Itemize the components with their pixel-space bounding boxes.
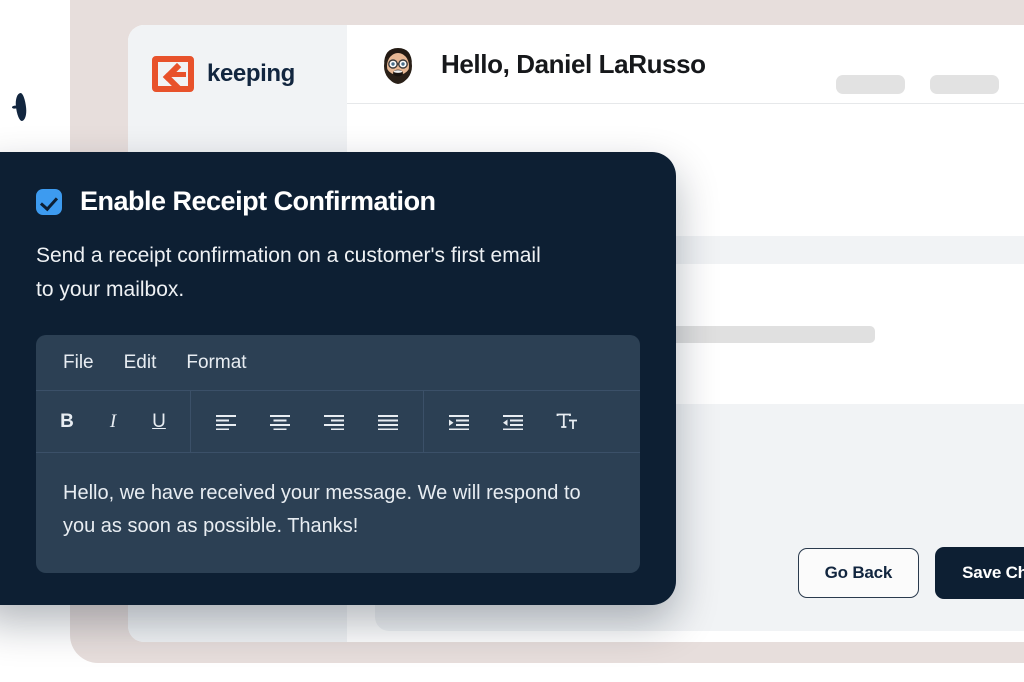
align-center-icon[interactable] [267, 409, 293, 435]
align-justify-icon[interactable] [375, 409, 401, 435]
modal-header: Enable Receipt Confirmation [36, 186, 640, 217]
modal-description: Send a receipt confirmation on a custome… [36, 244, 541, 301]
editor-menubar: File Edit Format [36, 335, 640, 392]
greeting: Hello, Daniel LaRusso [375, 41, 706, 87]
screenshot-root: keeping Hello, Daniel LaRusso Go Back Sa… [0, 0, 1024, 682]
editor-toolbar: B I U [36, 391, 640, 454]
brand[interactable]: keeping [152, 56, 295, 92]
menu-item-edit[interactable]: Edit [124, 352, 157, 374]
checkbox-checked-icon[interactable] [36, 188, 62, 215]
toolbar-group-indent [424, 391, 602, 452]
decorative-ink-blob [14, 92, 28, 122]
modal-title: Enable Receipt Confirmation [80, 186, 436, 216]
indent-increase-icon[interactable] [446, 409, 472, 435]
editor-body-text[interactable]: Hello, we have received your message. We… [36, 453, 640, 573]
brand-name: keeping [207, 60, 295, 87]
receipt-confirmation-modal: Enable Receipt Confirmation Send a recei… [0, 152, 676, 605]
underline-icon[interactable]: U [146, 409, 172, 435]
greeting-text: Hello, Daniel LaRusso [441, 48, 706, 79]
rich-text-editor: File Edit Format B I U Hello, we have re… [36, 335, 640, 574]
go-back-button[interactable]: Go Back [797, 548, 920, 598]
topbar-actions [836, 75, 999, 94]
user-avatar-bearded-man[interactable] [375, 41, 421, 87]
italic-icon[interactable]: I [100, 409, 126, 435]
toolbar-group-alignment [191, 391, 424, 453]
save-changes-button[interactable]: Save Changes [935, 547, 1024, 599]
bold-icon[interactable]: B [54, 409, 80, 435]
clear-formatting-icon[interactable] [554, 409, 580, 435]
topbar: Hello, Daniel LaRusso [347, 25, 1024, 104]
align-right-icon[interactable] [321, 409, 347, 435]
menu-item-format[interactable]: Format [186, 352, 246, 374]
indent-decrease-icon[interactable] [500, 409, 526, 435]
keeping-logo-icon [152, 56, 194, 92]
menu-item-file[interactable]: File [63, 352, 94, 374]
toolbar-group-text-style: B I U [36, 391, 191, 453]
align-left-icon[interactable] [213, 409, 239, 435]
topbar-action-placeholder-1[interactable] [836, 75, 905, 94]
topbar-action-placeholder-2[interactable] [930, 75, 999, 94]
